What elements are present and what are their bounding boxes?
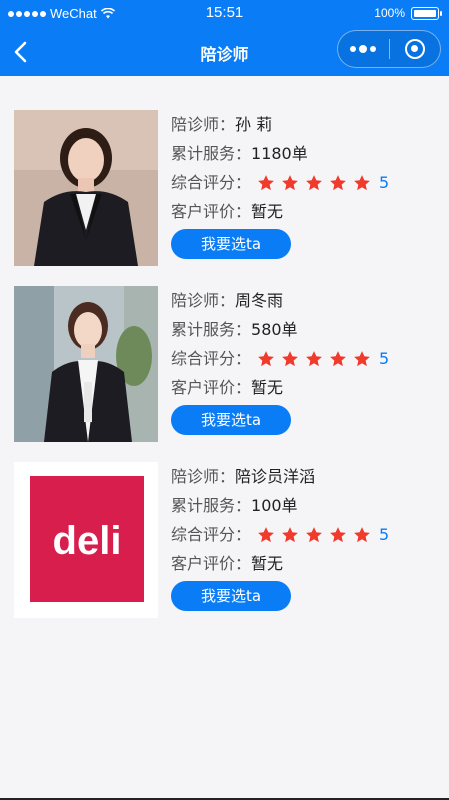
service-row: 累计服务： 580单 (171, 315, 439, 344)
name-row: 陪诊师： 周冬雨 (171, 286, 439, 315)
status-bar: WeChat 15:51 100% (0, 0, 449, 28)
companion-list: 陪诊师： 孙 莉 累计服务： 1180单 综合评分： 5 客户评价： 暂无 我要… (0, 110, 449, 638)
more-button[interactable] (338, 31, 389, 67)
miniprogram-capsule (337, 30, 441, 68)
service-count: 580单 (251, 320, 298, 339)
star-icon (354, 526, 370, 542)
service-label: 累计服务： (171, 144, 252, 163)
rating-row: 综合评分： 5 (171, 520, 439, 549)
star-icon (330, 174, 346, 190)
star-icon (258, 350, 274, 366)
companion-card: 陪诊师： 周冬雨 累计服务： 580单 综合评分： 5 客户评价： 暂无 我要选… (0, 286, 449, 462)
star-icon (306, 174, 322, 190)
service-count: 100单 (251, 496, 298, 515)
navigation-bar: 陪诊师 (0, 28, 449, 76)
rating-score: 5 (379, 349, 390, 368)
review-label: 客户评价： (171, 202, 252, 221)
star-rating (257, 350, 371, 368)
companion-card: 陪诊师： 孙 莉 累计服务： 1180单 综合评分： 5 客户评价： 暂无 我要… (0, 110, 449, 286)
rating-label: 综合评分： (171, 349, 252, 368)
battery-icon (411, 6, 442, 20)
rating-score: 5 (379, 173, 390, 192)
star-icon (282, 526, 298, 542)
star-icon (330, 526, 346, 542)
star-icon (282, 350, 298, 366)
more-dots-icon (350, 46, 357, 52)
star-icon (330, 350, 346, 366)
woman-suit-photo (14, 110, 158, 266)
review-row: 客户评价： 暂无 (171, 373, 439, 402)
star-icon (282, 174, 298, 190)
review-value: 暂无 (251, 554, 284, 573)
star-icon (306, 526, 322, 542)
companion-photo (14, 110, 158, 266)
companion-card: deli 陪诊师： 陪诊员洋滔 累计服务： 100单 综合评分： 5 客户评价：… (0, 462, 449, 638)
rating-row: 综合评分： 5 (171, 344, 439, 373)
star-icon (354, 174, 370, 190)
name-row: 陪诊师： 孙 莉 (171, 110, 439, 139)
star-icon (258, 174, 274, 190)
star-icon (258, 526, 274, 542)
choose-companion-button[interactable]: 我要选ta (171, 405, 291, 435)
svg-text:deli: deli (53, 519, 122, 563)
name-label: 陪诊师： (171, 467, 236, 486)
review-row: 客户评价： 暂无 (171, 197, 439, 226)
rating-score: 5 (379, 525, 390, 544)
choose-companion-button[interactable]: 我要选ta (171, 581, 291, 611)
close-miniprogram-button[interactable] (390, 31, 441, 67)
deli-logo: deli (14, 462, 158, 618)
name-row: 陪诊师： 陪诊员洋滔 (171, 462, 439, 491)
companion-name: 陪诊员洋滔 (235, 467, 316, 486)
choose-companion-button[interactable]: 我要选ta (171, 229, 291, 259)
review-value: 暂无 (251, 378, 284, 397)
star-rating (257, 174, 371, 192)
name-label: 陪诊师： (171, 291, 236, 310)
service-count: 1180单 (251, 144, 308, 163)
review-label: 客户评价： (171, 378, 252, 397)
companion-photo: deli (14, 462, 158, 618)
service-row: 累计服务： 100单 (171, 491, 439, 520)
rating-label: 综合评分： (171, 173, 252, 192)
companion-photo (14, 286, 158, 442)
companion-info: 陪诊师： 周冬雨 累计服务： 580单 综合评分： 5 客户评价： 暂无 我要选… (171, 286, 439, 435)
companion-name: 孙 莉 (235, 115, 273, 134)
star-icon (306, 350, 322, 366)
name-label: 陪诊师： (171, 115, 236, 134)
review-row: 客户评价： 暂无 (171, 549, 439, 578)
service-row: 累计服务： 1180单 (171, 139, 439, 168)
companion-info: 陪诊师： 陪诊员洋滔 累计服务： 100单 综合评分： 5 客户评价： 暂无 我… (171, 462, 439, 611)
battery-percent: 100% (374, 6, 405, 20)
target-circle-icon (404, 39, 425, 59)
companion-info: 陪诊师： 孙 莉 累计服务： 1180单 综合评分： 5 客户评价： 暂无 我要… (171, 110, 439, 259)
companion-name: 周冬雨 (235, 291, 284, 310)
service-label: 累计服务： (171, 320, 252, 339)
rating-row: 综合评分： 5 (171, 168, 439, 197)
review-label: 客户评价： (171, 554, 252, 573)
service-label: 累计服务： (171, 496, 252, 515)
rating-label: 综合评分： (171, 525, 252, 544)
battery-indicator: 100% (374, 6, 442, 20)
star-rating (257, 526, 371, 544)
review-value: 暂无 (251, 202, 284, 221)
star-icon (354, 350, 370, 366)
woman-uniform-photo (14, 286, 158, 442)
